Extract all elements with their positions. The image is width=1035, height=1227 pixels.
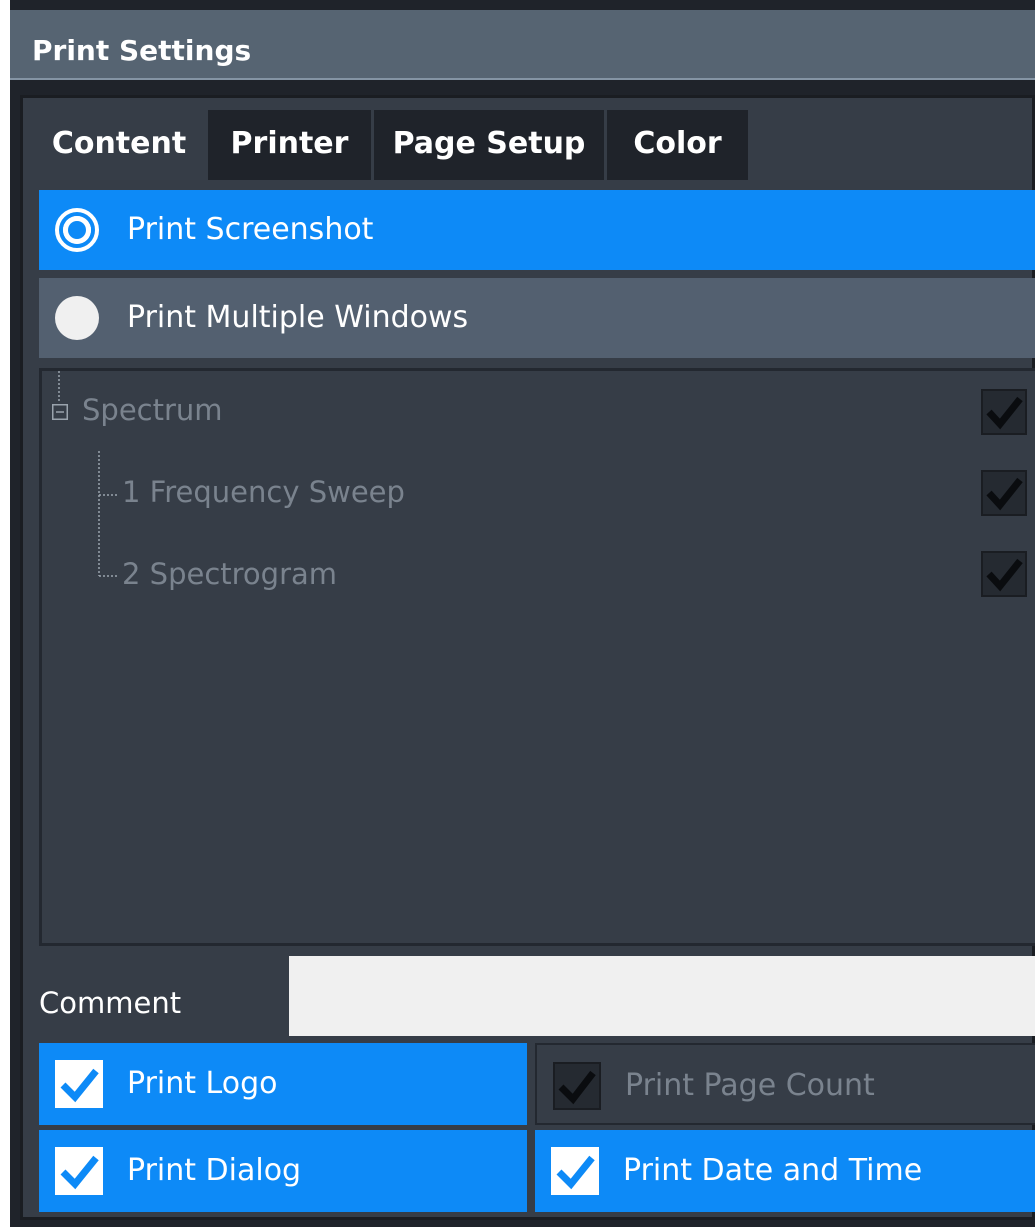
print-settings-dialog: Content Printer Page Setup Color Print S…: [20, 95, 1035, 1220]
radio-icon[interactable]: [55, 296, 99, 340]
radio-label: Print Screenshot: [127, 212, 374, 247]
check-icon: [986, 477, 1023, 511]
radio-print-multiple-windows[interactable]: Print Multiple Windows: [39, 278, 1035, 358]
print-date-time-checkbox[interactable]: Print Date and Time: [535, 1130, 1035, 1212]
tab-label: Printer: [230, 126, 349, 161]
checkbox-box[interactable]: [551, 1147, 599, 1195]
tree-checkbox-frequency-sweep: [981, 470, 1027, 516]
radio-print-screenshot[interactable]: Print Screenshot: [39, 190, 1035, 270]
tab-label: Page Setup: [392, 126, 586, 161]
checkbox-label: Print Date and Time: [623, 1153, 923, 1188]
check-icon: [986, 558, 1023, 592]
checkbox-box[interactable]: [55, 1060, 103, 1108]
comment-field[interactable]: [289, 956, 1035, 1036]
check-icon: [60, 1155, 99, 1190]
tree-item-frequency-sweep: 1 Frequency Sweep: [122, 475, 405, 509]
tree-item-spectrum: Spectrum: [82, 393, 223, 427]
tree-checkbox-spectrogram: [981, 551, 1027, 597]
comment-label: Comment: [39, 986, 182, 1020]
radio-icon[interactable]: [55, 208, 99, 252]
minus-box-icon[interactable]: [52, 404, 68, 420]
tree-checkbox-spectrum: [981, 389, 1027, 435]
print-logo-checkbox[interactable]: Print Logo: [39, 1043, 527, 1125]
checkbox-label: Print Page Count: [625, 1068, 875, 1103]
tab-printer[interactable]: Printer: [208, 110, 371, 180]
check-icon: [556, 1155, 595, 1190]
tab-content[interactable]: Content: [33, 110, 205, 182]
check-icon: [986, 396, 1023, 430]
print-page-count-checkbox: Print Page Count: [535, 1043, 1035, 1125]
tab-color[interactable]: Color: [607, 110, 748, 180]
print-dialog-checkbox[interactable]: Print Dialog: [39, 1130, 527, 1212]
checkbox-box: [553, 1062, 601, 1110]
window-tree: Spectrum 1 Frequency Sweep 2 Spectrogram: [39, 368, 1035, 946]
radio-label: Print Multiple Windows: [127, 300, 469, 335]
checkbox-label: Print Dialog: [127, 1153, 302, 1188]
check-icon: [60, 1068, 99, 1103]
window-title-bar: Print Settings: [10, 10, 1035, 80]
checkbox-box[interactable]: [55, 1147, 103, 1195]
tab-page-setup[interactable]: Page Setup: [374, 110, 604, 180]
left-edge: [0, 0, 10, 1227]
window-title: Print Settings: [32, 34, 252, 67]
tab-label: Content: [51, 126, 187, 161]
tree-item-spectrogram: 2 Spectrogram: [122, 557, 338, 591]
tab-label: Color: [633, 126, 722, 161]
checkbox-label: Print Logo: [127, 1066, 278, 1101]
check-icon: [558, 1070, 596, 1105]
